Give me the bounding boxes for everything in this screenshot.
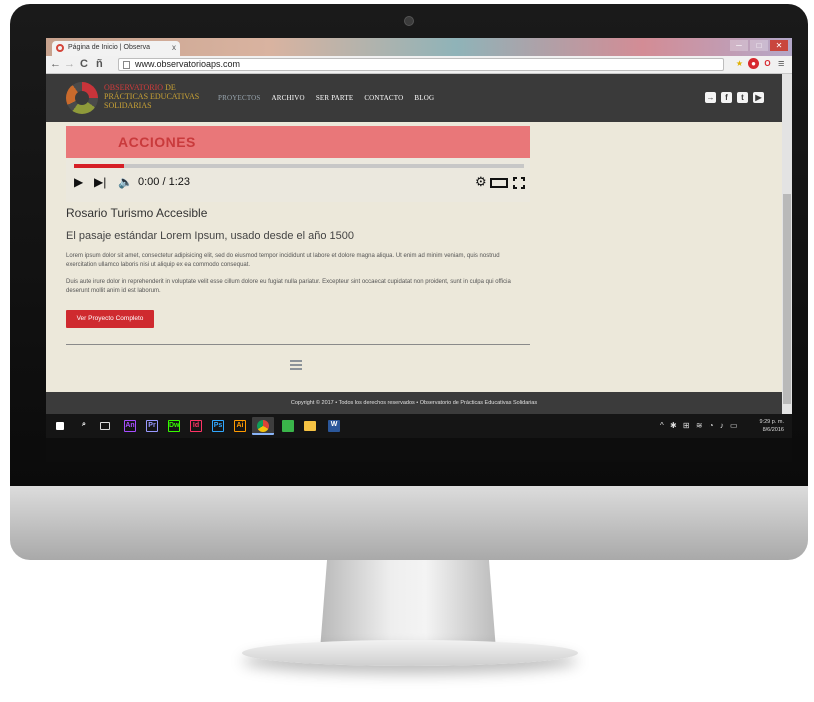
minimize-button[interactable]: ─ bbox=[730, 40, 748, 51]
browser-tab[interactable]: Página de Inicio | Observa x bbox=[52, 41, 180, 56]
adblock-icon[interactable]: ● bbox=[748, 58, 759, 69]
nav-item-contacto[interactable]: CONTACTO bbox=[364, 94, 403, 102]
home-icon[interactable]: ñ bbox=[96, 58, 103, 71]
back-icon[interactable]: ← bbox=[50, 58, 61, 71]
word-icon[interactable]: W bbox=[328, 420, 340, 432]
hamburger-menu-icon[interactable] bbox=[290, 360, 302, 370]
site-footer: Copyright © 2017 • Todos los derechos re… bbox=[46, 392, 782, 414]
maximize-button[interactable]: □ bbox=[750, 40, 768, 51]
monitor-stand-base bbox=[242, 640, 578, 666]
divider bbox=[66, 344, 530, 345]
logo-line1-b: DE bbox=[165, 83, 176, 92]
system-tray[interactable]: ^ ✱ ⊞ ≋ ◔ ♪ ▭ bbox=[660, 421, 740, 430]
chrome-taskbar-item[interactable] bbox=[252, 417, 274, 435]
settings-gear-icon[interactable]: ⚙ bbox=[475, 174, 487, 190]
browser-menu-icon[interactable]: ≡ bbox=[778, 58, 784, 71]
window-controls: ─ □ ✕ bbox=[730, 40, 788, 51]
site-logo-text[interactable]: OBSERVATORIO DE PRÁCTICAS EDUCATIVAS SOL… bbox=[104, 83, 199, 110]
reload-icon[interactable]: C bbox=[80, 58, 88, 71]
logo-line3: SOLIDARIAS bbox=[104, 101, 152, 110]
favicon-icon bbox=[56, 44, 64, 52]
page-scrollbar[interactable] bbox=[782, 74, 792, 414]
social-links: → f t ▶ bbox=[705, 92, 764, 103]
tab-title: Página de Inicio | Observa bbox=[68, 44, 150, 51]
project-title: Rosario Turismo Accesible bbox=[66, 206, 208, 220]
video-banner-text: ACCIONES bbox=[118, 134, 196, 150]
animate-icon[interactable]: An bbox=[124, 420, 136, 432]
chrome-icon bbox=[257, 420, 269, 432]
url-text: www.observatorioaps.com bbox=[135, 59, 241, 69]
nav-item-ser-parte[interactable]: SER PARTE bbox=[316, 94, 354, 102]
video-progress-bar[interactable] bbox=[74, 164, 524, 168]
nav-item-blog[interactable]: BLOG bbox=[414, 94, 434, 102]
folder-icon[interactable] bbox=[304, 421, 316, 431]
next-icon[interactable]: ▶| bbox=[94, 175, 106, 189]
store-icon[interactable] bbox=[282, 420, 294, 432]
windows-taskbar: ⌕ An Pr Dw Id Ps Ai W ^ ✱ ⊞ ≋ ◔ ♪ ▭ 9:29… bbox=[46, 414, 792, 438]
screen: Página de Inicio | Observa x ─ □ ✕ ← → C… bbox=[46, 38, 792, 462]
monitor-stand-neck bbox=[320, 560, 496, 650]
logo-line2-b: EDUCATIVAS bbox=[150, 92, 200, 101]
twitter-icon[interactable]: t bbox=[737, 92, 748, 103]
clock-date: 8/6/2016 bbox=[762, 427, 784, 433]
facebook-icon[interactable]: f bbox=[721, 92, 732, 103]
taskbar-clock[interactable]: 9:29 p. m. 8/6/2016 bbox=[760, 418, 784, 434]
youtube-icon[interactable]: ▶ bbox=[753, 92, 764, 103]
main-nav: PROYECTOS ARCHIVO SER PARTE CONTACTO BLO… bbox=[218, 94, 434, 102]
project-paragraph-1: Lorem ipsum dolor sit amet, consectetur … bbox=[66, 253, 500, 268]
forward-icon[interactable]: → bbox=[64, 58, 75, 71]
close-window-button[interactable]: ✕ bbox=[770, 40, 788, 51]
clock-time: 9:29 p. m. bbox=[759, 419, 784, 425]
search-icon[interactable]: ⌕ bbox=[78, 420, 90, 432]
dreamweaver-icon[interactable]: Dw bbox=[168, 420, 180, 432]
monitor-chin bbox=[10, 486, 808, 560]
screen-bottom-edge bbox=[46, 438, 792, 462]
nav-item-archivo[interactable]: ARCHIVO bbox=[272, 94, 305, 102]
scrollbar-thumb[interactable] bbox=[783, 194, 791, 404]
start-icon[interactable] bbox=[56, 422, 64, 430]
photoshop-icon[interactable]: Ps bbox=[212, 420, 224, 432]
video-progress-fill bbox=[74, 164, 124, 168]
premiere-icon[interactable]: Pr bbox=[146, 420, 158, 432]
opera-icon[interactable]: O bbox=[762, 58, 773, 69]
view-full-project-button[interactable]: Ver Proyecto Completo bbox=[66, 310, 154, 328]
login-icon[interactable]: → bbox=[705, 92, 716, 103]
browser-toolbar: ← → C ñ www.observatorioaps.com ★ ● O ≡ bbox=[46, 56, 792, 74]
logo-line2-a: PRÁCTICAS bbox=[104, 92, 149, 101]
indesign-icon[interactable]: Id bbox=[190, 420, 202, 432]
address-bar[interactable]: www.observatorioaps.com bbox=[118, 58, 724, 71]
logo-line1-a: OBSERVATORIO bbox=[104, 83, 164, 92]
play-icon[interactable]: ▶ bbox=[74, 175, 83, 189]
fullscreen-icon[interactable] bbox=[513, 177, 525, 189]
project-paragraph-2: Duis aute irure dolor in reprehenderit i… bbox=[66, 279, 511, 294]
video-banner[interactable]: ACCIONES bbox=[66, 126, 530, 158]
site-header: OBSERVATORIO DE PRÁCTICAS EDUCATIVAS SOL… bbox=[46, 74, 782, 122]
camera-icon bbox=[404, 16, 414, 26]
volume-icon[interactable]: 🔈 bbox=[118, 175, 133, 189]
video-player-controls: ▶ ▶| 🔈 0:00 / 1:23 ⚙ bbox=[66, 158, 530, 202]
browser-tab-bar: Página de Inicio | Observa x ─ □ ✕ bbox=[46, 38, 792, 56]
page-icon bbox=[123, 61, 130, 69]
bookmark-star-icon[interactable]: ★ bbox=[734, 58, 745, 69]
video-time: 0:00 / 1:23 bbox=[138, 176, 190, 188]
logo-icon[interactable] bbox=[66, 82, 98, 114]
project-subtitle: El pasaje estándar Lorem Ipsum, usado de… bbox=[66, 230, 355, 242]
monitor-mockup: Página de Inicio | Observa x ─ □ ✕ ← → C… bbox=[10, 0, 808, 702]
nav-item-proyectos[interactable]: PROYECTOS bbox=[218, 94, 261, 102]
theater-mode-icon[interactable] bbox=[490, 178, 508, 188]
illustrator-icon[interactable]: Ai bbox=[234, 420, 246, 432]
tab-close-icon[interactable]: x bbox=[172, 43, 176, 52]
task-view-icon[interactable] bbox=[100, 422, 110, 430]
